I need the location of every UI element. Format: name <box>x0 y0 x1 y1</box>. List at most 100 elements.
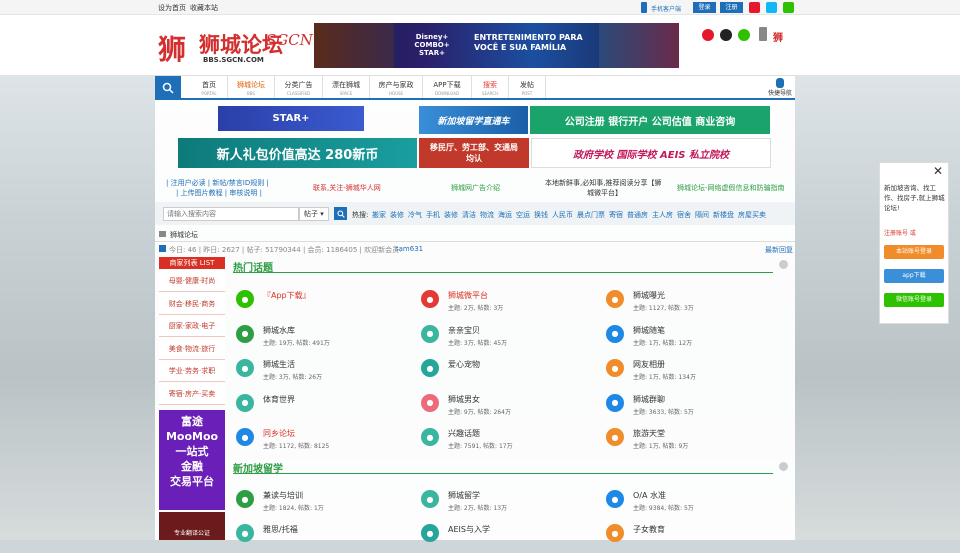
collapse-icon[interactable] <box>779 462 788 471</box>
forum-name[interactable]: 狮城男女 <box>448 394 480 405</box>
sidebar-category[interactable]: 母婴·健康·时尚 <box>159 270 225 292</box>
wechat-icon[interactable] <box>783 2 794 13</box>
forum-name[interactable]: 狮城水库 <box>263 325 295 336</box>
hot-word-link[interactable]: 物流 <box>480 211 494 219</box>
register-button[interactable]: 注册 <box>720 2 743 13</box>
forum-item[interactable]: ● 雅思/托福 <box>236 519 416 553</box>
ad-new-user-gift[interactable]: 新人礼包价值高达 280新币 <box>178 138 417 168</box>
search-nav-icon[interactable] <box>155 76 181 99</box>
forum-item[interactable]: ● 兼读与培训 主题: 1824, 帖数: 1万 <box>236 485 416 519</box>
hot-word-link[interactable]: 搬家 <box>372 211 386 219</box>
bookmark-link[interactable]: 收藏本站 <box>190 3 218 13</box>
sidebar-category[interactable]: 财会·移民·商务 <box>159 292 225 315</box>
quick-nav[interactable]: 快捷导航 <box>765 76 795 98</box>
forum-name[interactable]: 狮城留学 <box>448 490 480 501</box>
search-type-select[interactable]: 帖子 ▾ <box>299 207 329 221</box>
hot-word-link[interactable]: 海运 <box>498 211 512 219</box>
sidebar-category[interactable]: 厨家·家政·电子 <box>159 315 225 337</box>
breadcrumb-current[interactable]: 狮城论坛 <box>170 231 198 239</box>
hot-word-link[interactable]: 晨点门票 <box>577 211 605 219</box>
hot-word-link[interactable]: 普通房 <box>627 211 648 219</box>
forum-item[interactable]: ● 兴趣话题 主题: 7591, 帖数: 17万 <box>421 423 601 457</box>
forum-name[interactable]: 旅游天堂 <box>633 428 665 439</box>
ad-study-abroad[interactable]: 新加坡留学直通车 <box>419 106 528 134</box>
hot-word-link[interactable]: 宿舍 <box>677 211 691 219</box>
forum-item[interactable]: ● 狮城水库 主题: 19万, 帖数: 491万 <box>236 320 416 354</box>
forum-item[interactable]: ● 子女教育 <box>606 519 786 553</box>
forum-item[interactable]: ● 狮城群聊 主题: 3633, 帖数: 5万 <box>606 389 786 423</box>
app-download-button[interactable]: app下载 <box>884 269 944 283</box>
new-member-link[interactable]: sam631 <box>395 245 423 253</box>
contact-link[interactable]: 联系,关注-狮城华人网 <box>313 183 381 193</box>
forum-name[interactable]: 『App下载』 <box>263 290 311 301</box>
ad-star-plus[interactable]: STAR+ <box>218 106 364 131</box>
search-button[interactable] <box>334 207 347 220</box>
forum-item[interactable]: ● AEIS与入学 <box>421 519 601 553</box>
register-account-link[interactable]: 注册账号 或 <box>884 230 916 237</box>
site-login-button[interactable]: 本站账号登录 <box>884 245 944 259</box>
forum-item[interactable]: ● 网友相册 主题: 1万, 帖数: 134万 <box>606 354 786 388</box>
nav-bbs[interactable]: 狮城论坛 BBS <box>228 76 275 98</box>
forum-name[interactable]: 狮城生活 <box>263 359 295 370</box>
set-home-link[interactable]: 设为首页 <box>158 3 186 13</box>
hot-word-link[interactable]: 空运 <box>516 211 530 219</box>
translate-ad[interactable]: 专业翻译公证 <box>159 512 225 540</box>
top-ad-banner[interactable]: Disney+ COMBO+ STAR+ ENTRETENIMENTO PARA… <box>314 23 679 68</box>
forum-item[interactable]: ● 狮城微平台 主题: 2万, 帖数: 3万 <box>421 285 601 319</box>
sidebar-category[interactable]: 学业·劳务·求职 <box>159 360 225 382</box>
nav-download[interactable]: APP下载 DOWNLOAD <box>423 76 472 98</box>
forum-item[interactable]: ● 狮城随笔 主题: 1万, 帖数: 12万 <box>606 320 786 354</box>
forum-item[interactable]: ● 亲亲宝贝 主题: 3万, 帖数: 45万 <box>421 320 601 354</box>
ad-immigration[interactable]: 移民厅、劳工部、交通局均认 <box>419 138 529 168</box>
forum-name[interactable]: O/A 水准 <box>633 490 666 501</box>
nav-house[interactable]: 房产与家政 HOUSE <box>370 76 423 98</box>
weibo-icon[interactable] <box>749 2 760 13</box>
forum-name[interactable]: 同乡论坛 <box>263 428 295 439</box>
hot-word-link[interactable]: 人民币 <box>552 211 573 219</box>
forum-name[interactable]: 兴趣话题 <box>448 428 480 439</box>
qq-icon[interactable] <box>766 2 777 13</box>
forum-item[interactable]: ● 爱心宠物 <box>421 354 601 388</box>
forum-name[interactable]: 子女教育 <box>633 524 665 535</box>
latest-reply-link[interactable]: 最新回复 <box>765 245 793 255</box>
header-qq-icon[interactable] <box>720 29 732 41</box>
nav-post[interactable]: 发帖 POST <box>509 76 546 98</box>
sidebar-category[interactable]: 寄宿·房产·买卖 <box>159 382 225 405</box>
upload-guide-link[interactable]: | 上传图片教程 | 审核说明 | <box>176 188 262 198</box>
forum-name[interactable]: 体育世界 <box>263 394 295 405</box>
hot-word-link[interactable]: 手机 <box>426 211 440 219</box>
home-icon[interactable] <box>159 231 166 237</box>
moomoo-ad[interactable]: 富途 MooMoo 一站式 金融 交易平台 <box>159 410 225 510</box>
hot-word-link[interactable]: 装修 <box>390 211 404 219</box>
ad-schools[interactable]: 政府学校 国际学校 AEIS 私立院校 <box>531 138 771 168</box>
login-button[interactable]: 登录 <box>693 2 716 13</box>
header-weibo-icon[interactable] <box>702 29 714 41</box>
forum-name[interactable]: 亲亲宝贝 <box>448 325 480 336</box>
hot-word-link[interactable]: 装修 <box>444 211 458 219</box>
forum-name[interactable]: 爱心宠物 <box>448 359 480 370</box>
hot-word-link[interactable]: 房屋买卖 <box>738 211 766 219</box>
news-link-cont[interactable]: 城微平台】 <box>587 188 622 198</box>
forum-item[interactable]: ● O/A 水准 主题: 9384, 帖数: 5万 <box>606 485 786 519</box>
mobile-client-link[interactable]: 手机客户端 <box>651 4 681 13</box>
hot-word-link[interactable]: 隔间 <box>695 211 709 219</box>
forum-name[interactable]: 狮城曝光 <box>633 290 665 301</box>
nav-space[interactable]: 漂在狮城 SPACE <box>323 76 370 98</box>
nav-classified[interactable]: 分类广告 CLASSIFIED <box>275 76 323 98</box>
collapse-icon[interactable] <box>779 260 788 269</box>
nav-portal[interactable]: 首页 PORTAL <box>191 76 228 98</box>
forum-item[interactable]: ● 狮城生活 主题: 3万, 帖数: 26万 <box>236 354 416 388</box>
search-input[interactable] <box>163 207 299 221</box>
forum-item[interactable]: ● 体育世界 <box>236 389 416 423</box>
forum-name[interactable]: 雅思/托福 <box>263 524 298 535</box>
forum-item[interactable]: ● 狮城曝光 主题: 1127, 帖数: 3万 <box>606 285 786 319</box>
close-icon[interactable]: ✕ <box>933 164 943 178</box>
forum-name[interactable]: 网友相册 <box>633 359 665 370</box>
header-mobile-icon[interactable] <box>759 27 767 41</box>
nav-search[interactable]: 搜索 SEARCH <box>472 76 509 98</box>
sidebar-category[interactable]: 美食·物流·旅行 <box>159 337 225 360</box>
forum-item[interactable]: ● 狮城留学 主题: 2万, 帖数: 13万 <box>421 485 601 519</box>
ad-intro-link[interactable]: 狮城网广告介绍 <box>451 183 500 193</box>
forum-name[interactable]: 狮城微平台 <box>448 290 488 301</box>
rules-link[interactable]: | 注用户必读 | 新帖/禁言ID规则 | <box>166 178 269 188</box>
